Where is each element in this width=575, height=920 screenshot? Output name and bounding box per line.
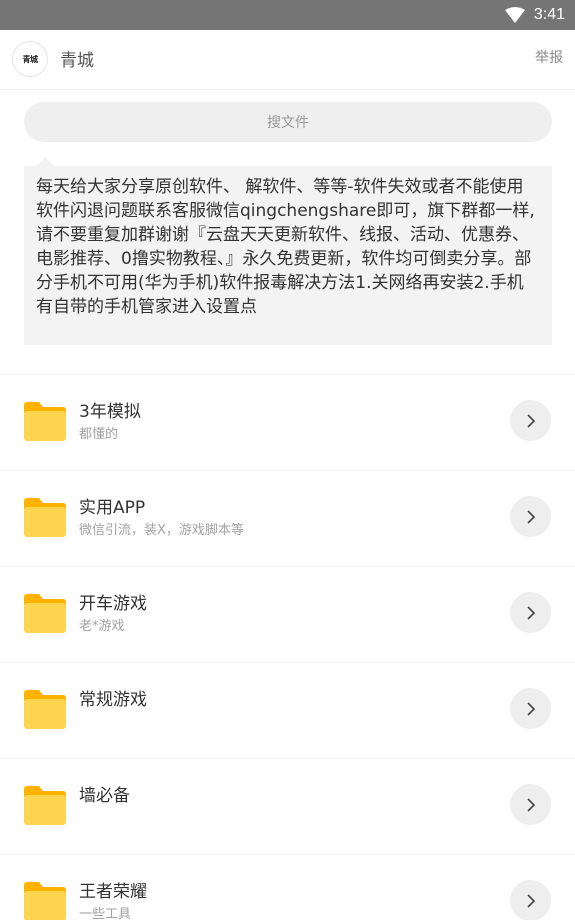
folder-icon [24,690,66,729]
open-folder-button[interactable] [510,688,551,729]
folder-name: 常规游戏 [79,690,147,710]
folder-name: 开车游戏 [79,594,147,614]
open-folder-button[interactable] [510,496,551,537]
folder-item[interactable]: 实用APP 微信引流，装X，游戏脚本等 [0,471,575,567]
avatar-logo: 青城 [22,54,39,64]
folder-icon [24,882,66,920]
folder-item[interactable]: 开车游戏 老*游戏 [0,567,575,663]
folder-name: 实用APP [79,498,146,518]
folder-desc: 都懂的 [79,427,119,442]
folder-icon [24,498,66,537]
search-placeholder: 搜文件 [267,115,309,131]
folder-desc: 一些工具 [79,907,132,920]
report-button[interactable]: 举报 [535,47,563,67]
status-time: 3:41 [533,6,565,23]
page-title: 青城 [60,51,94,71]
open-folder-button[interactable] [510,880,551,920]
folder-desc: 老*游戏 [79,619,125,634]
open-folder-button[interactable] [510,784,551,825]
folder-name: 3年模拟 [79,402,141,422]
notice-text: 每天给大家分享原创软件、 解软件、等等-软件失效或者不能使用软件闪退问题联系客服… [24,157,552,345]
search-input[interactable]: 搜文件 [24,102,552,142]
avatar[interactable]: 青城 [12,41,48,77]
folder-desc: 微信引流，装X，游戏脚本等 [79,523,244,538]
folder-item[interactable]: 王者荣耀 一些工具 [0,855,575,920]
chevron-right-icon [526,893,535,908]
chevron-right-icon [526,701,535,716]
header: 青城 青城 举报 [0,30,575,90]
open-folder-button[interactable] [510,400,551,441]
folder-icon [24,594,66,633]
chevron-right-icon [526,605,535,620]
folder-item[interactable]: 常规游戏 [0,663,575,759]
status-bar: 3:41 [0,0,575,30]
folder-icon [24,786,66,825]
folder-icon [24,402,66,441]
chevron-right-icon [526,413,535,428]
folder-item[interactable]: 墙必备 [0,759,575,855]
chevron-right-icon [526,509,535,524]
folder-name: 墙必备 [79,786,130,806]
folder-name: 王者荣耀 [79,882,147,902]
wifi-icon [505,7,525,23]
open-folder-button[interactable] [510,592,551,633]
chevron-right-icon [526,797,535,812]
folder-item[interactable]: 3年模拟 都懂的 [0,375,575,471]
folder-list: 3年模拟 都懂的 实用APP 微信引流，装X，游戏脚本等 开车游戏 老*游戏 常… [0,375,575,920]
